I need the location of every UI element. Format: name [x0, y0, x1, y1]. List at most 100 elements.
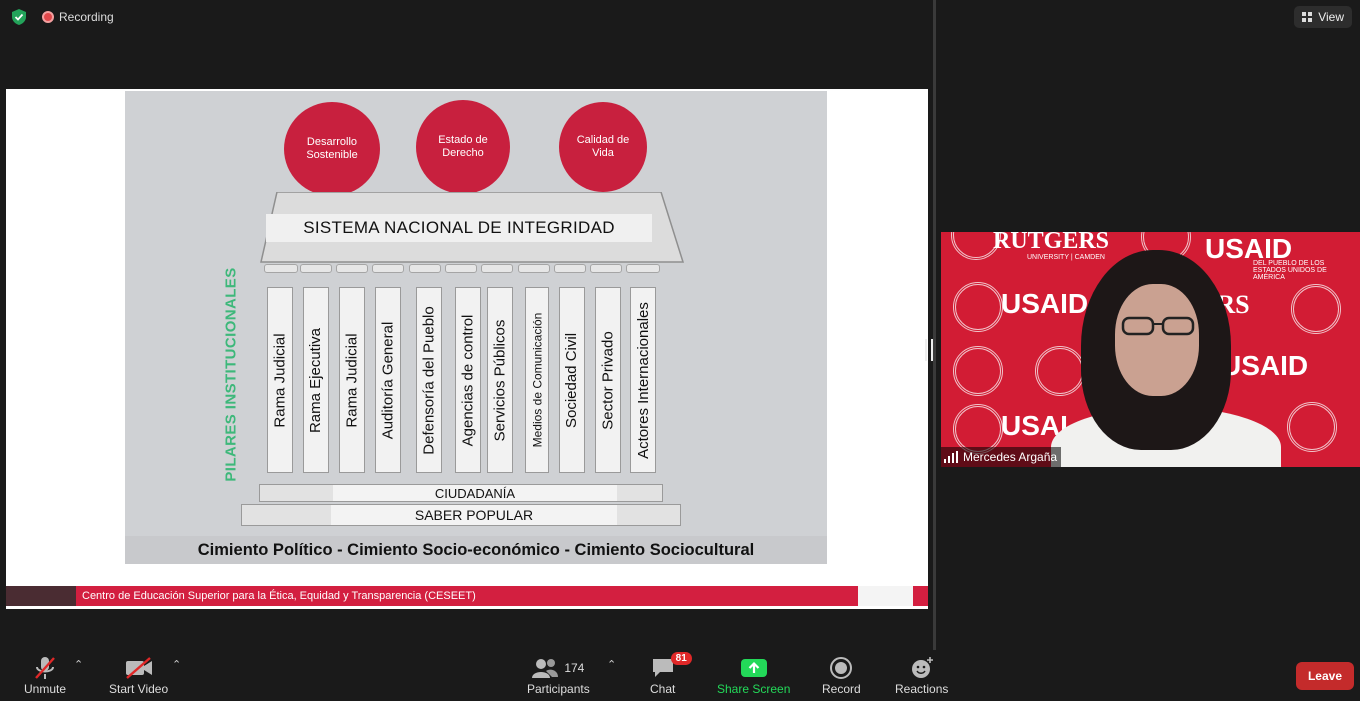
usaid-logo: USAID: [1001, 288, 1089, 319]
ciudadania-label: CIUDADANÍA: [333, 485, 617, 501]
security-shield-icon[interactable]: [10, 8, 28, 26]
pillar-auditoria-general: Auditoría General: [375, 287, 401, 473]
seal-logo: [953, 346, 1003, 396]
start-video-label: Start Video: [109, 682, 169, 696]
pillar-label: Sector Privado: [599, 330, 617, 430]
top-bar-left: Recording: [10, 8, 114, 26]
unmute-label: Unmute: [24, 682, 67, 696]
share-screen-icon: [740, 659, 767, 677]
pillar-capital: [626, 264, 660, 273]
participant-name: Mercedes Argaña: [963, 450, 1058, 464]
unmute-button[interactable]: Unmute: [24, 654, 66, 696]
pillar-capital: [300, 264, 332, 273]
pillar-capital: [336, 264, 368, 273]
pillar-capital: [372, 264, 404, 273]
view-label: View: [1318, 10, 1344, 24]
saber-popular-label: SABER POPULAR: [331, 505, 617, 525]
pillar-label: Servicios Públicos: [491, 319, 509, 441]
grid-view-icon: [1302, 11, 1313, 22]
record-button[interactable]: Record: [822, 654, 861, 696]
chat-label: Chat: [650, 682, 676, 696]
footer-bar-gap: [858, 586, 913, 606]
share-screen-button[interactable]: Share Screen: [717, 654, 790, 696]
pillar-capital: [409, 264, 441, 273]
pillar-label: Rama Judicial: [343, 332, 361, 428]
record-label: Record: [822, 682, 861, 696]
footer-bar-left: [6, 586, 76, 606]
resize-handle[interactable]: [925, 339, 933, 361]
pillar-label: Sociedad Civil: [563, 332, 581, 428]
pillar-servicios-publicos: Servicios Públicos: [487, 287, 513, 473]
reactions-icon: [911, 657, 933, 678]
pillar-sector-privado: Sector Privado: [595, 287, 621, 473]
participants-label: Participants: [527, 682, 590, 696]
meeting-toolbar: Unmute ⌃ Start Video ⌃ 174 Participants …: [0, 650, 1360, 701]
pillar-label: Rama Judicial: [271, 332, 289, 428]
pillar-rama-ejecutiva: Rama Ejecutiva: [303, 287, 329, 473]
signal-strength-icon: [944, 451, 958, 463]
pillars-title-text: PILARES INSTITUCIONALES: [222, 267, 240, 482]
muted-microphone-icon: [35, 657, 55, 679]
seal-logo: [1035, 346, 1085, 396]
video-options-caret-icon[interactable]: ⌃: [172, 658, 181, 671]
pillar-rama-judicial-1: Rama Judicial: [267, 287, 293, 473]
seal-logo: [1287, 402, 1337, 452]
video-off-icon: [125, 657, 152, 679]
chat-unread-badge: 81: [670, 652, 692, 665]
recording-dot-icon: [42, 11, 54, 23]
rutgers-logo: RUTGERS: [993, 232, 1110, 254]
pillar-capital: [445, 264, 477, 273]
pillar-rama-judicial-2: Rama Judicial: [339, 287, 365, 473]
pillar-label: Defensoría del Pueblo: [420, 305, 438, 455]
audio-options-caret-icon[interactable]: ⌃: [74, 658, 83, 671]
participants-button[interactable]: 174 Participants: [527, 654, 590, 696]
rutgers-sublabel: UNIVERSITY | CAMDEN: [1027, 254, 1105, 261]
seal-logo: [1291, 284, 1341, 334]
share-screen-label: Share Screen: [717, 682, 791, 696]
participants-options-caret-icon[interactable]: ⌃: [607, 658, 616, 671]
pillar-sociedad-civil: Sociedad Civil: [559, 287, 585, 473]
participant-video-tile[interactable]: RUTGERS UNIVERSITY | CAMDEN USAID DEL PU…: [941, 232, 1360, 467]
integrity-system-banner: SISTEMA NACIONAL DE INTEGRIDAD: [266, 214, 652, 242]
reactions-label: Reactions: [895, 682, 949, 696]
pillar-label: Auditoría General: [379, 321, 397, 439]
usaid-logo: USAID: [1221, 350, 1309, 381]
footer-bar-right: [913, 586, 928, 606]
pillar-actores-internacionales: Actores Internacionales: [630, 287, 656, 473]
recording-label: Recording: [59, 10, 114, 24]
seal-logo: [953, 282, 1003, 332]
pillar-capital: [518, 264, 550, 273]
pillar-label: Agencias de control: [459, 314, 477, 446]
participants-icon: [532, 659, 559, 678]
circle-estado-de-derecho: Estado de Derecho: [416, 100, 510, 194]
pillar-capital: [590, 264, 622, 273]
shared-screen: Desarrollo Sostenible Estado de Derecho …: [6, 89, 928, 609]
pillar-label: Actores Internacionales: [634, 301, 652, 459]
pillar-agencias-de-control: Agencias de control: [455, 287, 481, 473]
participant-name-tag: Mercedes Argaña: [941, 447, 1062, 467]
pillar-label: Medios de Comunicación: [530, 312, 544, 448]
pillar-capital: [481, 264, 513, 273]
pillar-medios-de-comunicacion: Medios de Comunicación: [525, 287, 549, 473]
reactions-button[interactable]: Reactions: [895, 654, 948, 696]
chat-button[interactable]: 81 Chat: [650, 652, 692, 696]
speaker-face: [1115, 284, 1199, 396]
panel-divider[interactable]: [933, 0, 936, 650]
record-icon: [830, 657, 853, 679]
foundation-strip: Cimiento Político - Cimiento Socio-econó…: [125, 536, 827, 564]
footer-org-bar: Centro de Educación Superior para la Éti…: [76, 586, 858, 606]
participants-count: 174: [564, 661, 585, 675]
glasses-icon: [1121, 316, 1195, 336]
leave-button[interactable]: Leave: [1295, 662, 1354, 690]
recording-indicator[interactable]: Recording: [42, 10, 114, 24]
usaid-sublabel: DEL PUEBLO DE LOS ESTADOS UNIDOS DE AMÉR…: [1253, 260, 1327, 281]
pillar-defensoria-del-pueblo: Defensoría del Pueblo: [416, 287, 442, 473]
circle-desarrollo-sostenible: Desarrollo Sostenible: [284, 102, 380, 196]
pillar-capital: [554, 264, 586, 273]
circle-calidad-de-vida: Calidad de Vida: [559, 102, 647, 192]
pillars-title: PILARES INSTITUCIONALES: [220, 257, 242, 492]
pillar-label: Rama Ejecutiva: [307, 327, 325, 433]
start-video-button[interactable]: Start Video: [109, 654, 168, 696]
view-button[interactable]: View: [1294, 6, 1352, 28]
pillar-capital: [264, 264, 298, 273]
